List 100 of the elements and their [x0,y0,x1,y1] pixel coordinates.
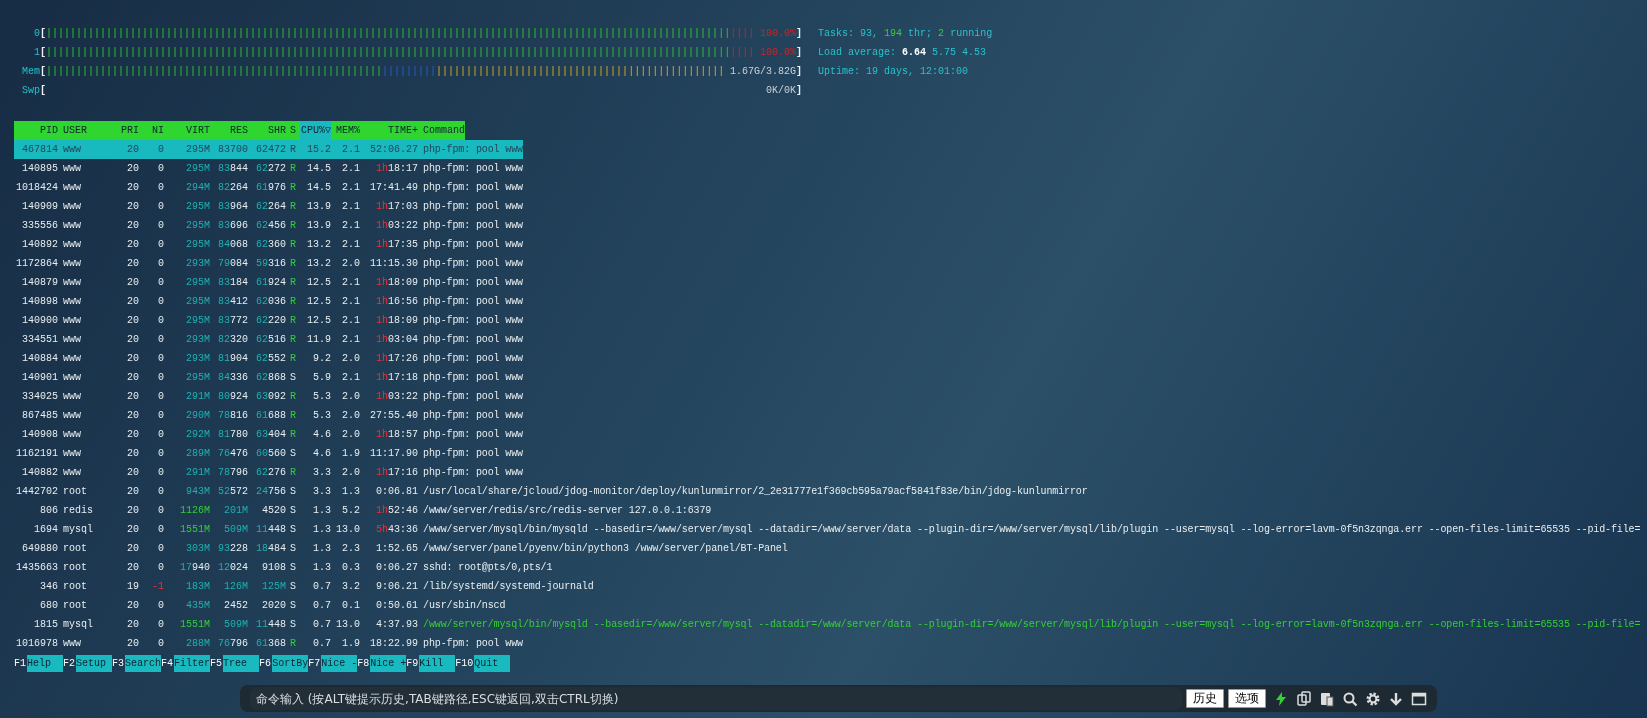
bracket: ] [796,65,803,79]
meter-bar-glyphs: |||| [730,46,755,60]
table-cell-text: 81904 [216,352,248,366]
process-row[interactable]: 140882 www 20 0 291M 78796 62276 R 3.3 2.0 1h17:16 php-fpm: pool www [14,463,523,482]
table-cell-text: 1016978 [15,637,58,651]
column-header[interactable]: S [286,121,300,140]
table-cell-text: 62516 [254,333,286,347]
table-cell-text: root [62,542,88,556]
process-row[interactable]: 1435663 root 20 0 17940 12024 9108 S 1.3 0.3 0:06.27 sshd: root@pts/0,pts/1 [14,558,553,577]
table-cell-text: 295M [185,143,210,157]
column-header[interactable]: TIME+ [360,121,418,140]
table-cell-text: 1:52.65 [375,542,418,556]
lightning-icon[interactable] [1273,690,1289,707]
process-row[interactable]: 140884 www 20 0 293M 81904 62552 R 9.2 2.0 1h17:26 php-fpm: pool www [14,349,523,368]
process-row[interactable]: 346 root 19 -1 183M 126M 125M S 0.7 3.2 9:06.21 /lib/systemd/systemd-journald [14,577,594,596]
column-header[interactable]: RES [210,121,248,140]
column-header[interactable]: NI [139,121,164,140]
meter-bar-glyphs: |||||||||||||||||||||||||||||||||||||||||||||||| [436,65,725,79]
table-cell-text: /www/server/mysql/bin/mysqld --basedir=/www/server/mysql --datadir=/www/server/data --plugin-dir=/www/server/mysql/lib/plugin --user=mysql --log-error=lavm-0f5n3zqnga.err --open-files-limit=65535 --pid-file= [422,618,1641,632]
process-row[interactable]: 140900 www 20 0 295M 83772 62220 R 12.5 2.1 1h18:09 php-fpm: pool www [14,311,523,330]
table-cell-text: php-fpm: pool www [422,447,523,461]
process-row[interactable]: 649880 root 20 0 303M 93228 18484 S 1.3 2.3 1:52.65 /www/server/panel/pyenv/bin/python3 /www/server/panel/BT-Panel [14,539,788,558]
table-cell-text: 76796 [216,637,248,651]
table-cell-text: 0 [157,295,164,309]
process-row[interactable]: 140895 www 20 0 295M 83844 62272 R 14.5 2.1 1h18:17 php-fpm: pool www [14,159,523,178]
down-arrow-icon[interactable] [1388,690,1404,707]
paste-icon[interactable] [1319,690,1335,707]
table-cell-text: www [62,276,82,290]
process-row[interactable]: 140892 www 20 0 295M 84068 62360 R 13.2 2.1 1h17:35 php-fpm: pool www [14,235,523,254]
table-cell-text: 20 [126,352,139,366]
table-cell-text: 12024 [216,561,248,575]
table-cell-text: 1h03:22 [374,219,418,233]
column-header[interactable]: USER [58,121,118,140]
table-cell-text: 140895 [21,162,58,176]
process-row[interactable]: 140908 www 20 0 292M 81780 63404 R 4.6 2.0 1h18:57 php-fpm: pool www [14,425,523,444]
table-cell-text: R [289,219,297,233]
table-cell-text: 0 [157,637,164,651]
search-icon[interactable] [1342,690,1358,707]
table-cell-text: php-fpm: pool www [422,143,523,157]
table-cell-text: php-fpm: pool www [422,333,523,347]
table-cell-text: root [62,561,88,575]
table-cell-text: 14.5 [306,181,331,195]
table-cell-text: 15.2 [306,143,331,157]
command-input[interactable]: 命令输入 (按ALT键提示历史,TAB键路径,ESC键返回,双击CTRL切换) [250,687,1182,710]
table-cell-text: www [62,371,82,385]
meter-reading: 100.0% [760,46,796,60]
process-row[interactable]: 806 redis 20 0 1126M 201M 4520 S 1.3 5.2 1h52:46 /www/server/redis/src/redis-server 127.0.0.1:6379 [14,501,712,520]
table-cell-text: R [289,390,297,404]
table-cell-text: 83700 [216,143,248,157]
table-cell-text: 2.0 [341,352,360,366]
process-row[interactable]: 140898 www 20 0 295M 83412 62036 R 12.5 2.1 1h16:56 php-fpm: pool www [14,292,523,311]
column-header[interactable]: MEM% [331,121,360,140]
column-header[interactable]: PRI [118,121,139,140]
column-header[interactable]: SHR [248,121,286,140]
process-row[interactable]: 334551 www 20 0 293M 82320 62516 R 11.9 2.1 1h03:04 php-fpm: pool www [14,330,523,349]
table-cell-text: php-fpm: pool www [422,637,523,651]
table-cell-text: 2020 [261,599,286,613]
table-cell-text: 303M [185,542,210,556]
process-row[interactable]: 1018424 www 20 0 294M 82264 61976 R 14.5 2.1 17:41.49 php-fpm: pool www [14,178,523,197]
command-bar-button[interactable]: 历史 [1186,689,1224,708]
process-row[interactable]: 334025 www 20 0 291M 80924 63092 R 5.3 2.0 1h03:22 php-fpm: pool www [14,387,523,406]
table-cell-text: 0 [157,238,164,252]
column-header[interactable]: VIRT [164,121,210,140]
process-row[interactable]: 1442702 root 20 0 943M 52572 24756 S 3.3 1.3 0:06.81 /usr/local/share/jcloud/jdog-monitor/deploy/kunlunmirror/2_2e31777e1f369cb595a79acf5841f83e/bin/jdog-kunlunmirror [14,482,1088,501]
process-row[interactable]: 867485 www 20 0 290M 78816 61688 R 5.3 2.0 27:55.40 php-fpm: pool www [14,406,523,425]
process-row[interactable]: 140901 www 20 0 295M 84336 62868 S 5.9 2.1 1h17:18 php-fpm: pool www [14,368,523,387]
command-bar-button[interactable]: 选项 [1228,689,1266,708]
process-row[interactable]: 335556 www 20 0 295M 83696 62456 R 13.9 2.1 1h03:22 php-fpm: pool www [14,216,523,235]
table-cell-text: 295M [185,276,210,290]
table-cell-text: 1551M [179,618,210,632]
table-cell-text: S [289,371,297,385]
system-info-line: Tasks: 93, 194 thr; 2 running [818,27,993,41]
process-row[interactable]: 1016978 www 20 0 288M 76796 61368 R 0.7 1.9 18:22.99 php-fpm: pool www [14,634,523,653]
process-row[interactable]: 680 root 20 0 435M 2452 2020 S 0.7 0.1 0:50.61 /usr/sbin/nscd [14,596,506,615]
table-cell-text: 20 [126,447,139,461]
table-cell-text: 2.1 [341,162,360,176]
table-cell-text: 335556 [21,219,58,233]
copy-icon[interactable] [1296,690,1312,707]
window-icon[interactable] [1411,690,1427,707]
table-cell-text: 18:22.99 [369,637,418,651]
table-cell-text: www [62,637,82,651]
settings-icon[interactable] [1365,690,1381,707]
process-row[interactable]: 1172864 www 20 0 293M 79084 59316 R 13.2 2.0 11:15.30 php-fpm: pool www [14,254,523,273]
process-row[interactable]: 140909 www 20 0 295M 83964 62264 R 13.9 2.1 1h17:03 php-fpm: pool www [14,197,523,216]
bracket: [ [40,65,46,79]
process-row[interactable]: 140879 www 20 0 295M 83184 61924 R 12.5 2.1 1h18:09 php-fpm: pool www [14,273,523,292]
process-row[interactable]: 1162191 www 20 0 289M 76476 60560 S 4.6 1.9 11:17.90 php-fpm: pool www [14,444,523,463]
table-cell-text: 78796 [216,466,248,480]
table-cell-text: 1h18:17 [374,162,418,176]
table-cell-text: 13.0 [335,618,360,632]
column-header[interactable]: Command [418,121,465,140]
table-cell-text: 2.1 [341,295,360,309]
table-cell-text: 61924 [254,276,286,290]
table-cell-text: php-fpm: pool www [422,428,523,442]
column-header[interactable]: CPU%▽ [300,121,331,140]
table-cell-text: 1h18:57 [374,428,418,442]
column-header[interactable]: PID [14,121,58,140]
process-row[interactable]: 467814 www 20 0 295M 83700 62472 R 15.2 2.1 52:06.27 php-fpm: pool www [14,140,523,159]
table-cell-text: 0 [157,257,164,271]
table-cell-text: php-fpm: pool www [422,181,523,195]
